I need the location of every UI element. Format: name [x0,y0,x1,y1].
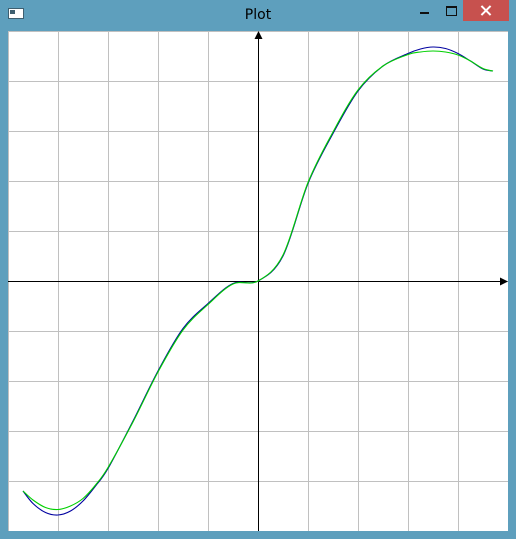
maximize-button[interactable] [437,0,463,21]
plot-area [8,31,508,531]
title-bar[interactable]: Plot [0,0,516,30]
minimize-button[interactable] [411,0,437,21]
y-axis-arrow [254,31,263,39]
plot-window: Plot [0,0,516,539]
plot-svg [8,31,508,531]
window-app-icon[interactable] [8,8,24,19]
x-axis-arrow [500,277,508,286]
close-button[interactable] [463,0,509,21]
